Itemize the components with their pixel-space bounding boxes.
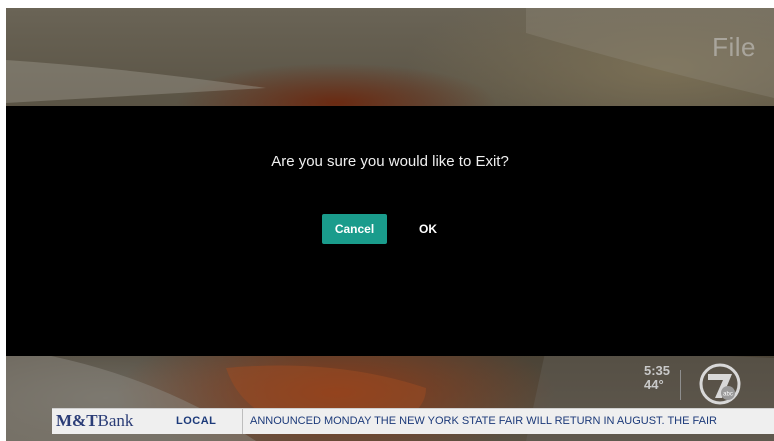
ticker-category: LOCAL xyxy=(176,415,217,427)
ok-button[interactable]: OK xyxy=(408,214,448,244)
time-readout: 5:35 xyxy=(644,363,671,378)
dialog-message: Are you sure you would like to Exit? xyxy=(271,153,509,170)
exit-dialog: Are you sure you would like to Exit? Can… xyxy=(6,106,774,356)
abc-7-logo-icon: abc xyxy=(699,363,741,405)
svg-text:abc: abc xyxy=(723,392,733,398)
sponsor-rest: Bank xyxy=(97,411,134,430)
time-temperature: 5:35 44° xyxy=(644,364,670,392)
overlay-divider xyxy=(680,370,681,400)
cancel-button[interactable]: Cancel xyxy=(322,214,387,244)
ticker-divider xyxy=(242,409,243,434)
sponsor-logo: M&TBank xyxy=(56,410,133,432)
temperature-readout: 44° xyxy=(644,377,664,392)
news-ticker: M&TBank LOCAL ANNOUNCED MONDAY THE NEW Y… xyxy=(52,408,774,434)
ticker-headline: ANNOUNCED MONDAY THE NEW YORK STATE FAIR… xyxy=(250,415,717,427)
sponsor-strong: M&T xyxy=(56,411,98,430)
background-title: File xyxy=(712,32,756,62)
